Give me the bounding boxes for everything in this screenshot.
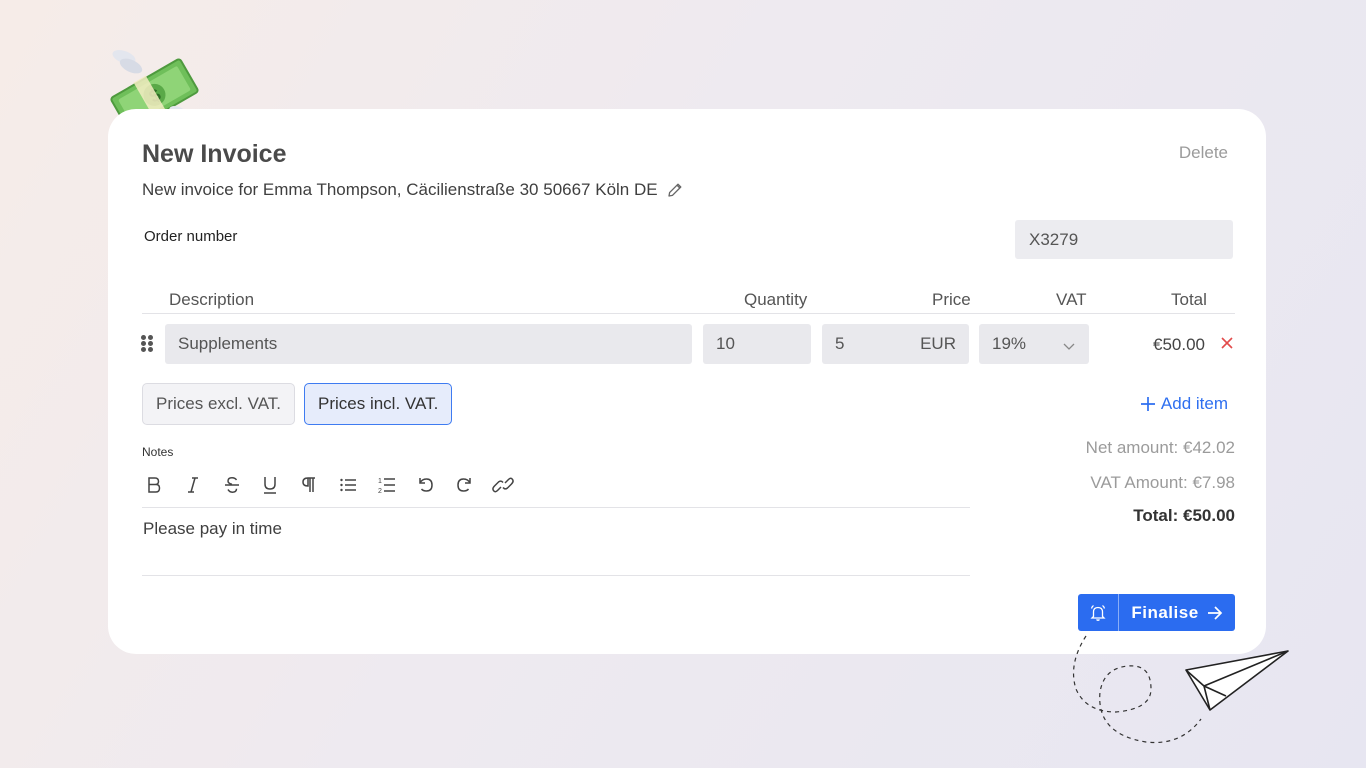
undo-icon[interactable] bbox=[414, 473, 438, 497]
notes-editor[interactable]: Please pay in time bbox=[143, 519, 282, 539]
header-total: Total bbox=[1171, 290, 1207, 309]
header-vat: VAT bbox=[1056, 290, 1087, 309]
invoice-card: New Invoice Delete New invoice for Emma … bbox=[108, 109, 1266, 654]
remove-item-icon[interactable] bbox=[1220, 334, 1234, 354]
paragraph-icon[interactable] bbox=[297, 473, 321, 497]
item-price-value: 5 bbox=[835, 334, 845, 353]
chevron-down-icon bbox=[1063, 343, 1075, 350]
prices-incl-vat-button[interactable]: Prices incl. VAT. bbox=[304, 383, 453, 425]
bold-icon[interactable] bbox=[142, 473, 166, 497]
delete-button[interactable]: Delete bbox=[1179, 143, 1228, 163]
item-description-input[interactable]: Supplements bbox=[165, 324, 692, 364]
vat-amount: VAT Amount: €7.98 bbox=[1090, 473, 1235, 492]
prices-excl-vat-button[interactable]: Prices excl. VAT. bbox=[142, 383, 296, 425]
finalise-button[interactable]: Finalise bbox=[1078, 594, 1235, 631]
numbered-list-icon[interactable]: 12 bbox=[375, 473, 399, 497]
underline-icon[interactable] bbox=[258, 473, 282, 497]
notes-divider-bottom bbox=[142, 575, 970, 576]
notes-divider-top bbox=[142, 507, 970, 508]
link-icon[interactable] bbox=[491, 473, 515, 497]
item-currency: EUR bbox=[920, 334, 956, 353]
add-item-label: Add item bbox=[1160, 394, 1228, 413]
italic-icon[interactable] bbox=[181, 473, 205, 497]
reminder-bell-icon[interactable] bbox=[1078, 594, 1119, 631]
order-number-input[interactable] bbox=[1015, 220, 1233, 259]
arrow-right-icon bbox=[1207, 605, 1222, 620]
recipient-text: New invoice for Emma Thompson, Cäciliens… bbox=[142, 180, 658, 199]
item-vat-select[interactable]: 19% bbox=[979, 324, 1089, 364]
item-total: €50.00 bbox=[1153, 335, 1205, 354]
bullet-list-icon[interactable] bbox=[336, 473, 360, 497]
item-description-value: Supplements bbox=[178, 334, 278, 353]
add-item-button[interactable]: Add item bbox=[1140, 394, 1228, 414]
drag-handle-icon[interactable] bbox=[141, 335, 153, 352]
svg-text:1: 1 bbox=[378, 478, 382, 485]
header-divider bbox=[142, 313, 1235, 314]
invoice-recipient: New invoice for Emma Thompson, Cäciliens… bbox=[142, 179, 684, 201]
item-price-input[interactable]: 5 EUR bbox=[822, 324, 969, 364]
item-quantity-value: 10 bbox=[716, 334, 735, 353]
strikethrough-icon[interactable] bbox=[220, 473, 244, 497]
finalise-label: Finalise bbox=[1131, 602, 1199, 622]
notes-label: Notes bbox=[142, 445, 174, 459]
plus-icon bbox=[1140, 397, 1155, 411]
notes-toolbar: 12 bbox=[142, 473, 530, 497]
header-description: Description bbox=[169, 290, 255, 309]
page-title: New Invoice bbox=[142, 140, 287, 168]
grand-total: Total: €50.00 bbox=[1133, 506, 1235, 525]
edit-pencil-icon[interactable] bbox=[666, 181, 684, 199]
item-vat-value: 19% bbox=[992, 334, 1027, 353]
finalise-label-group: Finalise bbox=[1119, 594, 1235, 631]
net-amount: Net amount: €42.02 bbox=[1085, 438, 1235, 457]
header-quantity: Quantity bbox=[744, 290, 808, 309]
item-quantity-input[interactable]: 10 bbox=[703, 324, 811, 364]
paper-plane-icon bbox=[1073, 635, 1289, 744]
order-number-label: Order number bbox=[144, 228, 238, 245]
svg-text:2: 2 bbox=[378, 488, 382, 495]
header-price: Price bbox=[932, 290, 971, 309]
redo-icon[interactable] bbox=[452, 473, 476, 497]
